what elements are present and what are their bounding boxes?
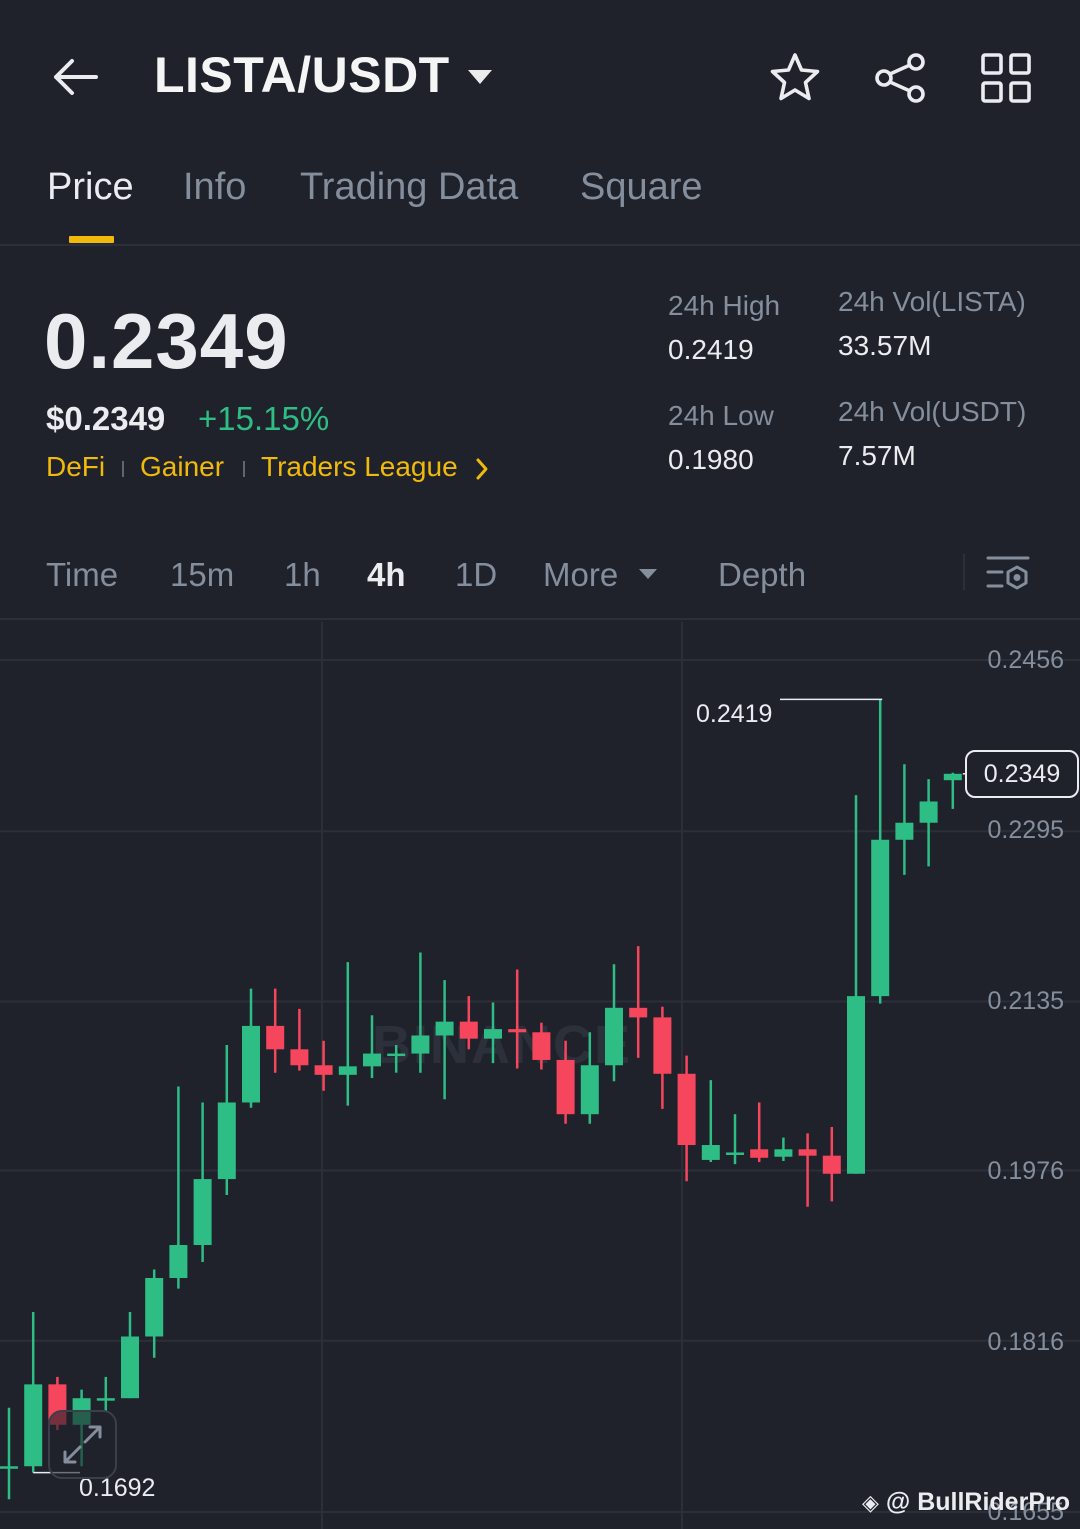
candle-body <box>532 1032 551 1060</box>
credit-text: @ BullRiderPro <box>885 1488 1070 1516</box>
y-tick-label: 0.2456 <box>987 646 1064 674</box>
candle-body <box>701 1145 720 1160</box>
tab-price[interactable]: Price <box>47 166 134 209</box>
interval-15m[interactable]: 15m <box>170 556 234 594</box>
credit-label: ◈ @ BullRiderPro <box>862 1488 1070 1517</box>
tag-traders-league[interactable]: Traders League <box>261 451 458 483</box>
candle-body <box>508 1029 527 1033</box>
candle-body <box>121 1336 139 1399</box>
candle-body <box>411 1035 430 1054</box>
candle-body <box>0 1466 18 1469</box>
candle-body <box>459 1021 478 1039</box>
tag-divider <box>243 461 245 477</box>
candle-body <box>580 1065 599 1115</box>
candle-body <box>314 1065 333 1075</box>
stat-low-value: 0.1980 <box>668 444 754 475</box>
stat-vol-quote-value: 7.57M <box>838 440 916 471</box>
tab-info[interactable]: Info <box>183 166 246 209</box>
caret-down-icon[interactable] <box>466 68 494 86</box>
candle-body <box>338 1066 357 1075</box>
candle-body <box>145 1277 164 1337</box>
candle-body <box>774 1149 793 1157</box>
candle-body <box>242 1025 260 1103</box>
top-bar: LISTA/USDT <box>0 0 1080 150</box>
divider <box>963 554 965 590</box>
tag-gainer[interactable]: Gainer <box>140 451 224 483</box>
tag-defi[interactable]: DeFi <box>46 451 105 483</box>
candle-body <box>363 1053 381 1067</box>
candle-body <box>96 1398 115 1401</box>
caret-down-icon[interactable] <box>638 568 658 580</box>
stat-vol-quote-label: 24h Vol(USDT) <box>838 396 1027 427</box>
back-arrow-icon[interactable] <box>48 50 102 104</box>
tag-divider <box>122 461 124 477</box>
stat-high-value: 0.2419 <box>668 334 754 365</box>
candle-body <box>943 773 962 781</box>
candle-body <box>798 1149 817 1156</box>
candlestick-chart[interactable]: BINANCE 0.2456 0.2295 0.2135 0.1976 0.18… <box>0 622 1080 1529</box>
interval-4h[interactable]: 4h <box>367 556 406 594</box>
stat-low-label: 24h Low <box>668 400 774 431</box>
candle-body <box>629 1007 648 1018</box>
candle-body <box>24 1384 43 1467</box>
y-tick-label: 0.1976 <box>987 1157 1064 1185</box>
candle-body <box>266 1025 285 1050</box>
stat-high-label: 24h High <box>668 290 781 321</box>
star-icon[interactable] <box>767 50 823 106</box>
candle-body <box>484 1029 502 1039</box>
y-tick-label: 0.1816 <box>987 1328 1064 1356</box>
high-price-marker: 0.2419 <box>696 700 773 728</box>
y-tick-label: 0.2135 <box>987 987 1064 1015</box>
stat-vol-base-value: 33.57M <box>838 330 932 361</box>
candle-body <box>822 1155 841 1174</box>
y-tick-label: 0.2295 <box>987 816 1064 844</box>
active-tab-indicator <box>69 236 114 243</box>
tab-square[interactable]: Square <box>580 166 703 209</box>
grid-icon[interactable] <box>978 50 1034 106</box>
candle-body <box>290 1049 309 1066</box>
expand-icon <box>63 1425 102 1464</box>
price-change-percent: +15.15% <box>198 400 330 437</box>
interval-more[interactable]: More <box>543 556 618 594</box>
chevron-right-icon[interactable] <box>474 457 490 481</box>
section-tabs: Price Info Trading Data Square <box>0 150 1080 246</box>
candle-body <box>919 801 938 823</box>
candle-body <box>677 1073 696 1146</box>
tab-trading-data[interactable]: Trading Data <box>300 166 518 209</box>
interval-bar: Time 15m 1h 4h 1D More Depth <box>0 540 1080 620</box>
candle-body <box>895 822 914 840</box>
chart-canvas[interactable] <box>0 622 1080 1529</box>
candle-body <box>605 1007 623 1066</box>
pair-title[interactable]: LISTA/USDT <box>154 46 450 104</box>
share-icon[interactable] <box>872 50 928 106</box>
last-price: 0.2349 <box>44 297 289 385</box>
expand-chart-button[interactable] <box>48 1410 117 1479</box>
interval-1d[interactable]: 1D <box>455 556 497 594</box>
candle-body <box>726 1152 744 1155</box>
candle-body <box>653 1017 672 1074</box>
interval-time[interactable]: Time <box>46 556 118 594</box>
candle-body <box>871 839 890 997</box>
chart-settings-icon[interactable] <box>984 552 1032 596</box>
stat-vol-base-label: 24h Vol(LISTA) <box>838 286 1026 317</box>
interval-1h[interactable]: 1h <box>284 556 321 594</box>
candle-body <box>387 1053 406 1057</box>
candle-body <box>169 1245 188 1278</box>
current-price-marker: 0.2349 <box>965 749 1079 798</box>
candle-body <box>556 1059 575 1115</box>
candle-body <box>750 1149 769 1158</box>
candle-body <box>217 1102 236 1180</box>
candle-body <box>847 996 865 1174</box>
fiat-price: $0.2349 <box>46 400 166 437</box>
candle-body <box>193 1179 212 1246</box>
candle-body <box>435 1021 454 1036</box>
binance-logo-icon: ◈ <box>862 1490 879 1515</box>
interval-depth[interactable]: Depth <box>718 556 806 594</box>
